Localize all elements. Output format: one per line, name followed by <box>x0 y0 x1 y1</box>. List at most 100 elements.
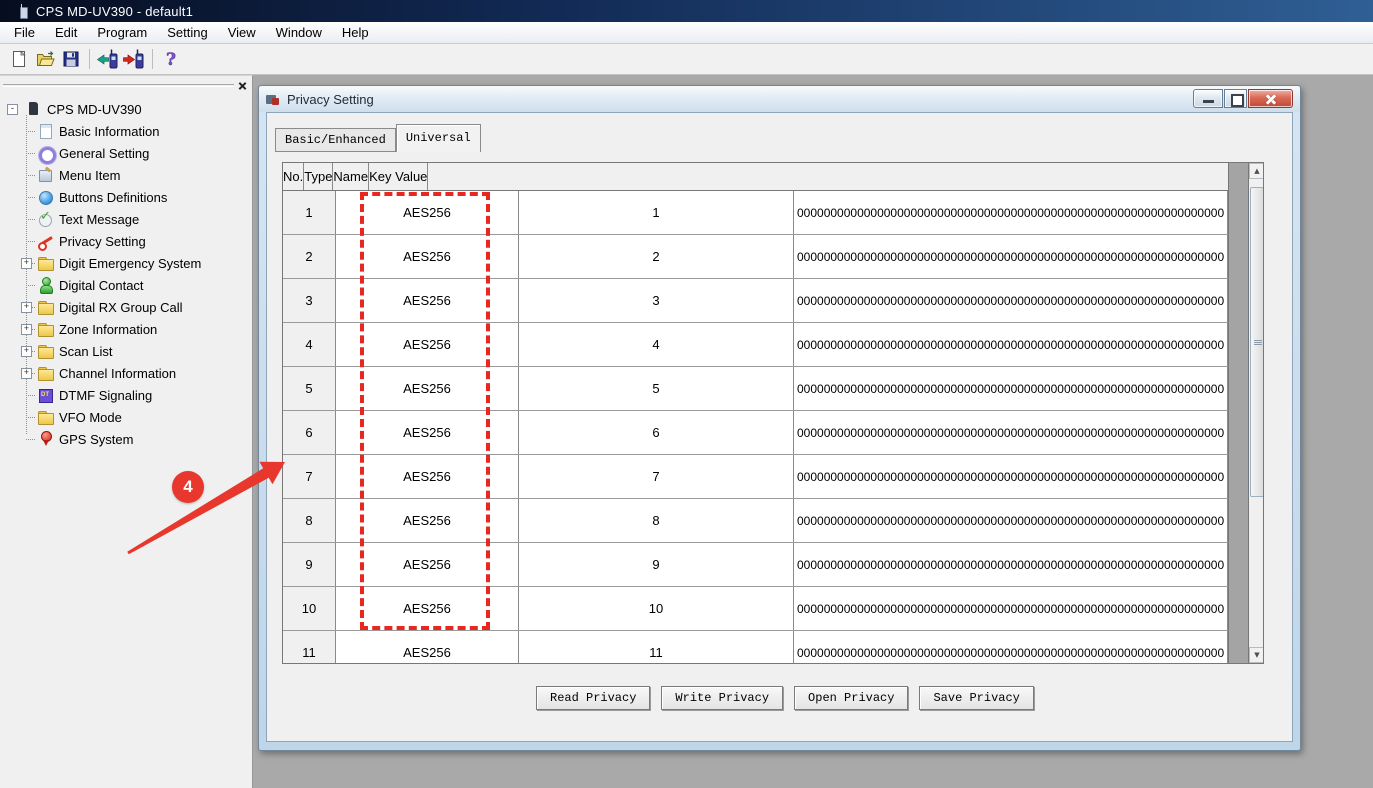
tree-item[interactable]: GPS System <box>0 428 252 450</box>
cell-name[interactable]: 8 <box>519 499 794 542</box>
cell-no: 2 <box>283 235 336 278</box>
privacy-action-button[interactable]: Write Privacy <box>661 686 783 710</box>
cell-type[interactable]: AES256 <box>336 279 519 322</box>
cell-name[interactable]: 2 <box>519 235 794 278</box>
cell-type[interactable]: AES256 <box>336 455 519 498</box>
tree-item[interactable]: VFO Mode <box>0 406 252 428</box>
scrollbar-thumb[interactable] <box>1250 187 1264 497</box>
tree-item-icon <box>37 365 53 381</box>
write-to-radio-button[interactable] <box>121 47 147 71</box>
cell-key-value[interactable]: 0000000000000000000000000000000000000000… <box>794 235 1228 278</box>
new-file-button[interactable] <box>6 47 32 71</box>
column-header: Name <box>333 163 369 190</box>
help-icon: ? <box>160 48 182 70</box>
cell-key-value[interactable]: 0000000000000000000000000000000000000000… <box>794 499 1228 542</box>
cell-key-value[interactable]: 0000000000000000000000000000000000000000… <box>794 411 1228 454</box>
cell-name[interactable]: 3 <box>519 279 794 322</box>
cell-type[interactable]: AES256 <box>336 323 519 366</box>
cell-type[interactable]: AES256 <box>336 631 519 664</box>
save-file-button[interactable] <box>58 47 84 71</box>
cell-type[interactable]: AES256 <box>336 587 519 630</box>
restore-button[interactable] <box>1224 89 1247 108</box>
menu-item[interactable]: Program <box>87 23 157 42</box>
cell-name[interactable]: 5 <box>519 367 794 410</box>
privacy-action-button[interactable]: Read Privacy <box>536 686 650 710</box>
tree-item[interactable]: Menu Item <box>0 164 252 186</box>
cell-key-value[interactable]: 0000000000000000000000000000000000000000… <box>794 543 1228 586</box>
tree-root[interactable]: - CPS MD-UV390 <box>0 98 252 120</box>
privacy-action-button[interactable]: Open Privacy <box>794 686 908 710</box>
tab[interactable]: Basic/Enhanced <box>275 128 396 152</box>
menu-item[interactable]: View <box>218 23 266 42</box>
cell-type[interactable]: AES256 <box>336 235 519 278</box>
cell-key-value[interactable]: 0000000000000000000000000000000000000000… <box>794 367 1228 410</box>
cell-type[interactable]: AES256 <box>336 367 519 410</box>
read-from-radio-button[interactable] <box>95 47 121 71</box>
open-file-button[interactable] <box>32 47 58 71</box>
tree-item-label: Channel Information <box>59 366 176 381</box>
tree-item[interactable]: Basic Information <box>0 120 252 142</box>
tree-item[interactable]: + Digital RX Group Call <box>0 296 252 318</box>
tree-item[interactable]: + Digit Emergency System <box>0 252 252 274</box>
panel-close-icon[interactable] <box>236 80 248 92</box>
tree-item[interactable]: Text Message <box>0 208 252 230</box>
vertical-scrollbar[interactable]: ▲ ▼ <box>1248 163 1264 663</box>
expand-icon[interactable]: + <box>21 258 32 269</box>
tree-item-label: General Setting <box>59 146 149 161</box>
tree-item[interactable]: + Zone Information <box>0 318 252 340</box>
cell-key-value[interactable]: 0000000000000000000000000000000000000000… <box>794 323 1228 366</box>
cell-name[interactable]: 1 <box>519 191 794 234</box>
cell-key-value[interactable]: 0000000000000000000000000000000000000000… <box>794 631 1228 664</box>
cell-key-value[interactable]: 0000000000000000000000000000000000000000… <box>794 587 1228 630</box>
expand-icon[interactable]: + <box>21 302 32 313</box>
tree-item[interactable]: General Setting <box>0 142 252 164</box>
column-header: Type <box>304 163 333 190</box>
cell-name[interactable]: 9 <box>519 543 794 586</box>
cell-key-value[interactable]: 0000000000000000000000000000000000000000… <box>794 191 1228 234</box>
privacy-table: No. Type Name Key Value 1 AES256 1 <box>282 162 1264 664</box>
tree-item[interactable]: Buttons Definitions <box>0 186 252 208</box>
cell-name[interactable]: 10 <box>519 587 794 630</box>
cell-name[interactable]: 4 <box>519 323 794 366</box>
expand-icon[interactable]: + <box>21 346 32 357</box>
cell-type[interactable]: AES256 <box>336 543 519 586</box>
cell-name[interactable]: 7 <box>519 455 794 498</box>
app-titlebar[interactable]: CPS MD-UV390 - default1 <box>0 0 1373 22</box>
cell-type[interactable]: AES256 <box>336 191 519 234</box>
help-button[interactable]: ? <box>158 47 184 71</box>
cell-name[interactable]: 6 <box>519 411 794 454</box>
scroll-down-icon[interactable]: ▼ <box>1249 647 1264 663</box>
expand-icon[interactable]: + <box>21 368 32 379</box>
cell-key-value[interactable]: 0000000000000000000000000000000000000000… <box>794 279 1228 322</box>
menu-item[interactable]: Window <box>266 23 332 42</box>
panel-grip[interactable] <box>3 84 234 87</box>
window-controls <box>1193 89 1293 108</box>
minimize-button[interactable] <box>1193 89 1223 108</box>
open-file-icon <box>34 48 56 70</box>
cell-type[interactable]: AES256 <box>336 411 519 454</box>
privacy-action-button[interactable]: Save Privacy <box>919 686 1033 710</box>
tree-item-icon <box>37 211 53 227</box>
panel-header <box>0 76 252 96</box>
cell-name[interactable]: 11 <box>519 631 794 664</box>
tree-item[interactable]: + Channel Information <box>0 362 252 384</box>
collapse-icon[interactable]: - <box>7 104 18 115</box>
window-content: Basic/Enhanced Universal No. Type Name K… <box>266 112 1293 742</box>
tree-item[interactable]: Privacy Setting <box>0 230 252 252</box>
tab[interactable]: Universal <box>396 124 481 152</box>
menu-item[interactable]: Edit <box>45 23 87 42</box>
scroll-up-icon[interactable]: ▲ <box>1249 163 1264 179</box>
close-button[interactable] <box>1248 89 1293 108</box>
tree-item[interactable]: + Scan List <box>0 340 252 362</box>
cell-no: 7 <box>283 455 336 498</box>
menu-item[interactable]: File <box>4 23 45 42</box>
cell-type[interactable]: AES256 <box>336 499 519 542</box>
window-titlebar[interactable]: Privacy Setting <box>259 86 1300 112</box>
menu-item[interactable]: Setting <box>157 23 217 42</box>
expand-icon[interactable]: + <box>21 324 32 335</box>
tree-item[interactable]: Digital Contact <box>0 274 252 296</box>
menu-item[interactable]: Help <box>332 23 379 42</box>
tree-item[interactable]: DTMF Signaling <box>0 384 252 406</box>
new-file-icon <box>8 48 30 70</box>
cell-key-value[interactable]: 0000000000000000000000000000000000000000… <box>794 455 1228 498</box>
